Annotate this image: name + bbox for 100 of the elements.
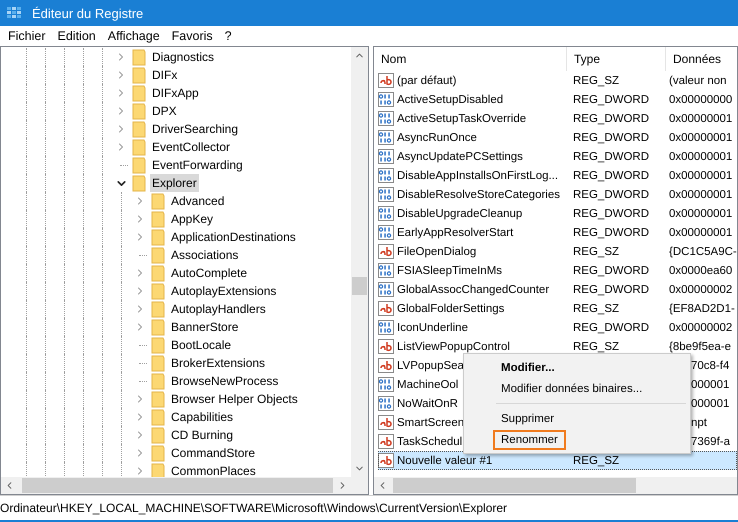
vertical-scrollbar[interactable] [351,47,368,477]
tree-item[interactable]: BootLocale [169,336,234,354]
scroll-thumb[interactable] [22,478,333,493]
tree-item[interactable]: EventForwarding [150,156,245,174]
column-header[interactable]: Nom [374,47,567,71]
menu-option[interactable]: Modifier... [493,358,563,378]
value-data: {EF8AD2D1- [669,302,735,314]
value-data: 0x00000001 [669,150,732,162]
tree-item[interactable]: Diagnostics [150,48,216,66]
folder-icon [151,192,165,210]
value-type: REG_DWORD [573,150,650,162]
folder-icon [132,84,146,102]
value-data: 0x00000001 [669,188,732,200]
tree-item[interactable]: Associations [169,246,240,264]
value-name: DisableAppInstallsOnFirstLog... [397,170,558,182]
value-name: LVPopupSea [397,360,464,372]
value-data: 70c8-f4 [691,360,730,372]
tree-item[interactable]: AppKey [169,210,216,228]
menu-item[interactable]: ? [218,29,238,43]
tree-item[interactable]: AutoplayHandlers [169,300,268,318]
binary-value-icon [378,396,394,411]
value-name: FileOpenDialog [397,246,476,258]
value-type: REG_DWORD [573,264,650,276]
value-data: {8be9f5ea-e [669,340,732,352]
folder-icon [151,462,165,477]
folder-icon [151,444,165,462]
tree-item[interactable]: AutoComplete [169,264,250,282]
value-type: REG_SZ [573,340,620,352]
tree-item[interactable]: BrokerExtensions [169,354,268,372]
column-header[interactable]: Type [567,47,666,71]
value-name: ListViewPopupControl [397,340,510,352]
tree-item[interactable]: ApplicationDestinations [169,228,298,246]
value-data: 000001 [691,378,730,390]
binary-value-icon [378,187,394,202]
menu-option[interactable]: Modifier données binaires... [493,378,650,398]
menu-item[interactable]: Fichier [2,29,52,43]
string-value-icon [378,244,394,259]
menu-option[interactable]: Supprimer [493,408,562,428]
folder-icon [151,336,165,354]
value-data: 0x00000001 [669,112,732,124]
tree-item[interactable]: Advanced [169,192,226,210]
horizontal-scrollbar[interactable] [374,477,737,494]
binary-value-icon [378,130,394,145]
value-type: REG_DWORD [573,322,650,334]
string-value-icon [378,339,394,354]
value-data: 0x00000001 [669,132,732,144]
value-data: 0x00000002 [669,322,732,334]
folder-icon [151,300,165,318]
folder-icon [151,264,165,282]
tree-item[interactable]: Explorer [150,174,199,192]
binary-value-icon [378,206,394,221]
folder-icon [132,66,146,84]
binary-value-icon [378,168,394,183]
tree-item[interactable]: Capabilities [169,408,236,426]
value-type: REG_DWORD [573,170,650,182]
string-value-icon [378,415,394,430]
tree-item[interactable]: CommandStore [169,444,258,462]
tree-item[interactable]: AutoplayExtensions [169,282,278,300]
value-type: REG_DWORD [573,94,650,106]
column-header[interactable]: Données [666,47,737,71]
folder-icon [151,318,165,336]
tree-item[interactable]: DIFxApp [150,84,201,102]
selected-row[interactable]: Nouvelle valeur #1 REG_SZ [378,451,737,470]
tree-item[interactable]: DriverSearching [150,120,240,138]
value-data: {DC1C5A9C- [669,246,737,258]
menu-item[interactable]: Edition [52,29,102,43]
value-type: REG_DWORD [573,208,650,220]
tree-item[interactable]: CD Burning [169,426,236,444]
value-type: REG_SZ [573,246,620,258]
tree-item[interactable]: BannerStore [169,318,240,336]
folder-icon [132,48,146,66]
tree-item[interactable]: Browser Helper Objects [169,390,300,408]
string-value-icon [378,301,394,316]
value-name: MachineOol [397,378,458,390]
value-data: 0x00000000 [669,94,732,106]
value-type: REG_DWORD [573,284,650,296]
tree-item[interactable]: DPX [150,102,179,120]
window-title: Éditeur du Registre [32,6,144,20]
tree-item[interactable]: EventCollector [150,138,232,156]
value-name: (par défaut) [397,74,456,86]
binary-value-icon [378,92,394,107]
value-type: REG_DWORD [573,112,650,124]
tree-item[interactable]: BrowseNewProcess [169,372,280,390]
value-name: TaskSchedul [397,436,462,448]
scroll-thumb[interactable] [352,277,367,295]
string-value-icon [378,358,394,373]
menu-option[interactable]: Renommer [493,430,566,450]
value-type: REG_DWORD [573,188,650,200]
folder-icon [132,102,146,120]
value-data: 0x00000001 [669,226,732,238]
folder-icon [151,282,165,300]
scroll-thumb[interactable] [393,478,636,493]
tree-item[interactable]: CommonPlaces [169,462,258,477]
binary-value-icon [378,149,394,164]
value-data: 7369f-a [691,436,730,448]
menu-item[interactable]: Favoris [166,29,219,43]
tree-item[interactable]: DIFx [150,66,180,84]
folder-icon [151,210,165,228]
folder-icon [132,120,146,138]
menu-item[interactable]: Affichage [102,29,166,43]
